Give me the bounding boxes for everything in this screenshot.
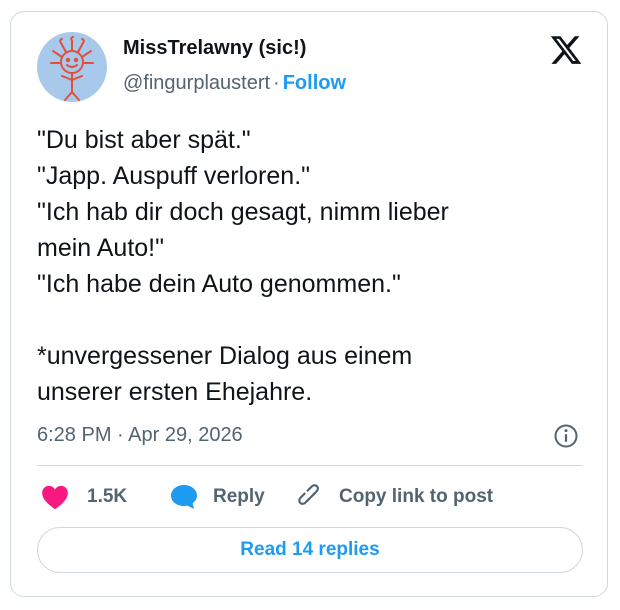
link-icon <box>298 484 319 505</box>
author-display-name[interactable]: MissTrelawny (sic!) <box>123 37 306 60</box>
read-replies-label: Read 14 replies <box>240 539 380 560</box>
like-button[interactable]: 1.5K <box>41 482 127 512</box>
heart-icon <box>42 485 68 510</box>
read-replies-button[interactable]: Read 14 replies <box>37 527 583 573</box>
x-logo-icon[interactable] <box>549 33 583 67</box>
separator-dot: · <box>273 72 280 94</box>
tweet-text: "Du bist aber spät." "Japp. Auspuff verl… <box>37 126 449 406</box>
follow-button[interactable]: Follow <box>283 72 346 94</box>
tweet-card: MissTrelawny (sic!) @fingurplaustert · Fol… <box>10 11 608 597</box>
avatar[interactable] <box>37 32 107 102</box>
copy-link-label: Copy link to post <box>339 486 494 507</box>
copy-link-button[interactable]: Copy link to post <box>297 482 493 512</box>
author-handle-row: @fingurplaustert · Follow <box>123 72 346 95</box>
divider <box>37 465 583 466</box>
info-icon[interactable] <box>553 423 579 449</box>
sun-face-drawing-icon <box>50 36 94 101</box>
like-count: 1.5K <box>87 486 128 507</box>
reply-button[interactable]: Reply <box>169 482 265 512</box>
reply-label: Reply <box>213 486 265 507</box>
speech-bubble-icon <box>171 485 197 509</box>
author-handle[interactable]: @fingurplaustert <box>123 72 270 94</box>
tweet-timestamp[interactable]: 6:28 PM · Apr 29, 2026 <box>37 424 243 447</box>
